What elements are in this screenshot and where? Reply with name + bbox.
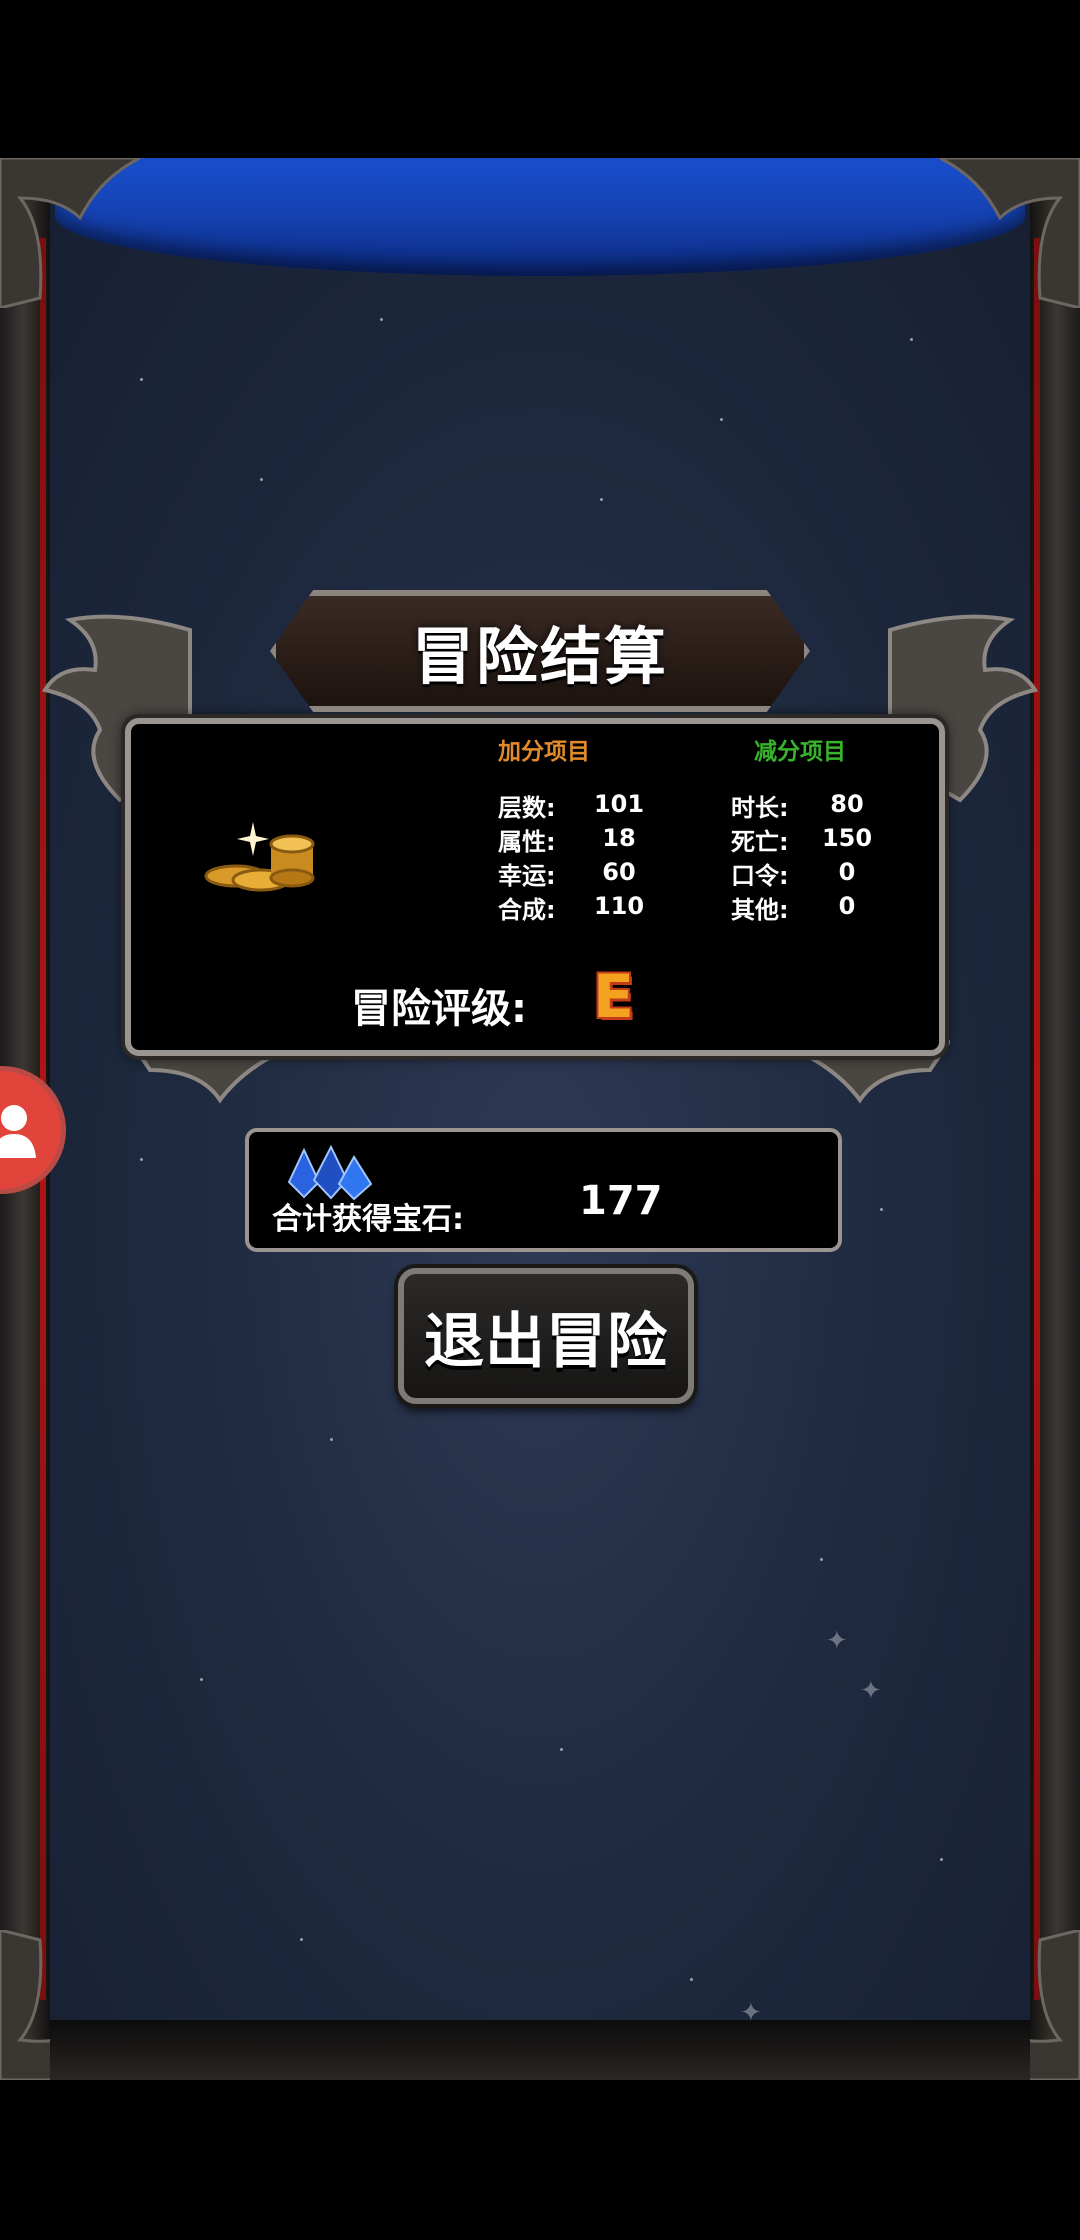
penalty-header: 减分项目 [754, 739, 846, 765]
gem-total-label: 合计获得宝石: [272, 1202, 464, 1237]
stat-value-other: 0 [838, 892, 856, 920]
page-title: 冒险结算 [411, 620, 668, 693]
title-plate: 冒险结算 [270, 590, 810, 712]
star [560, 1748, 563, 1751]
exit-adventure-label: 退出冒险 [424, 1306, 668, 1377]
rating-grade: E [593, 962, 634, 1032]
stat-value-floors: 101 [593, 790, 645, 818]
results-panel: 加分项目 减分项目 层数: 101 属性: 18 幸运: 60 合成: 110 … [125, 718, 945, 1056]
user-avatar-icon [0, 1105, 36, 1158]
star [720, 418, 723, 421]
gold-coins-icon [204, 822, 315, 892]
corner-ornament-top-left [0, 158, 141, 308]
star [380, 318, 383, 321]
stat-value-password: 0 [838, 858, 856, 886]
sparkle: ✦ [740, 1998, 762, 2028]
stat-label-password: 口令: [731, 862, 789, 890]
exit-adventure-button[interactable]: 退出冒险 [398, 1268, 694, 1404]
stat-value-attributes: 18 [602, 824, 636, 852]
stat-value-synthesis: 110 [593, 892, 645, 920]
star [820, 1558, 823, 1561]
star [600, 498, 603, 501]
star [880, 1208, 883, 1211]
stat-label-duration: 时长: [731, 794, 789, 822]
bonus-header: 加分项目 [498, 739, 590, 765]
frame-red-trim-right [1034, 238, 1040, 2000]
star [260, 478, 263, 481]
star [140, 1158, 143, 1161]
star [330, 1438, 333, 1441]
star [200, 1678, 203, 1681]
stat-label-floors: 层数: [498, 794, 556, 822]
gem-total-panel: 合计获得宝石: 177 [245, 1128, 842, 1252]
corner-ornament-top-right [939, 158, 1080, 308]
stat-value-luck: 60 [602, 858, 636, 886]
gem-total-value: 177 [579, 1178, 663, 1224]
star [690, 1978, 693, 1981]
rating-label: 冒险评级: [351, 986, 527, 1032]
sparkle: ✦ [860, 1676, 882, 1706]
stat-label-attributes: 属性: [498, 828, 556, 856]
stat-label-luck: 幸运: [498, 862, 556, 890]
star [910, 338, 913, 341]
stat-label-other: 其他: [731, 896, 789, 924]
stat-value-duration: 80 [830, 790, 864, 818]
stat-value-deaths: 150 [821, 824, 873, 852]
sparkle: ✦ [826, 1626, 848, 1656]
blue-gems-icon [287, 1144, 373, 1201]
stat-label-deaths: 死亡: [731, 828, 789, 856]
frame-bottom-bar [50, 2020, 1030, 2080]
star [140, 378, 143, 381]
top-curtain [55, 158, 1025, 276]
star [300, 1938, 303, 1941]
stat-label-synthesis: 合成: [498, 896, 556, 924]
star [940, 1858, 943, 1861]
